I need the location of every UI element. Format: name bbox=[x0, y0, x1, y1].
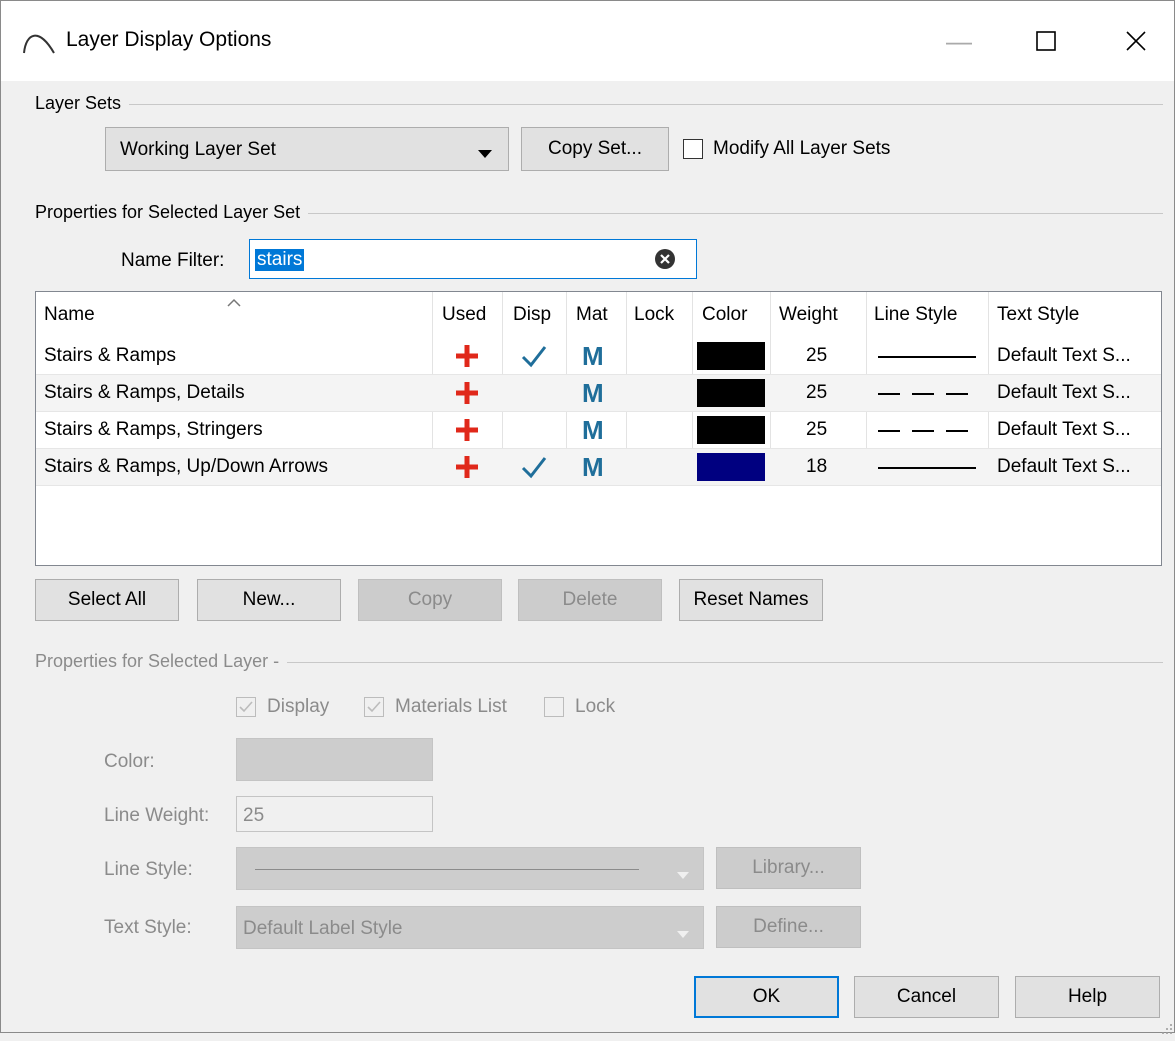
line-style-label: Line Style: bbox=[104, 859, 193, 880]
app-icon bbox=[21, 25, 59, 61]
modify-all-label: Modify All Layer Sets bbox=[713, 138, 891, 159]
line-weight-label: Line Weight: bbox=[104, 805, 210, 826]
define-button[interactable]: Define... bbox=[716, 906, 861, 948]
line-weight-input[interactable]: 25 bbox=[236, 796, 433, 832]
col-header-name[interactable]: Name bbox=[44, 304, 95, 326]
color-swatch[interactable] bbox=[697, 379, 765, 407]
layer-sets-label: Layer Sets bbox=[35, 93, 130, 114]
solid-line-icon bbox=[878, 356, 976, 358]
plus-icon[interactable] bbox=[455, 449, 479, 485]
plus-icon[interactable] bbox=[455, 412, 479, 448]
display-label: Display bbox=[267, 696, 330, 717]
row-text-style: Default Text S... bbox=[997, 345, 1131, 366]
color-swatch[interactable] bbox=[697, 453, 765, 481]
layer-table[interactable]: Name Used Disp Mat Lock Color Weight Lin… bbox=[35, 291, 1162, 566]
col-header-line-style[interactable]: Line Style bbox=[874, 304, 957, 326]
new-button[interactable]: New... bbox=[197, 579, 341, 621]
line-style-preview bbox=[255, 869, 639, 870]
layer-sets-divider bbox=[35, 104, 1163, 105]
chevron-down-icon bbox=[478, 144, 492, 166]
line-style-dropdown[interactable] bbox=[236, 847, 704, 890]
row-divider bbox=[36, 485, 1161, 486]
resize-grip-icon[interactable] bbox=[1161, 1019, 1173, 1041]
reset-names-button[interactable]: Reset Names bbox=[679, 579, 823, 621]
table-row[interactable]: Stairs & Ramps, Up/Down Arrows M 18 Defa… bbox=[36, 449, 1161, 485]
clear-icon[interactable] bbox=[654, 248, 676, 276]
layer-set-dropdown[interactable]: Working Layer Set bbox=[105, 127, 509, 171]
color-swatch[interactable] bbox=[697, 416, 765, 444]
modify-all-checkbox[interactable] bbox=[683, 139, 703, 159]
row-name: Stairs & Ramps, Details bbox=[44, 382, 245, 403]
lock-label: Lock bbox=[575, 696, 616, 717]
name-filter-value: stairs bbox=[255, 249, 305, 271]
color-label: Color: bbox=[104, 751, 155, 772]
help-button[interactable]: Help bbox=[1015, 976, 1160, 1018]
row-name: Stairs & Ramps bbox=[44, 345, 176, 366]
row-name: Stairs & Ramps, Up/Down Arrows bbox=[44, 456, 329, 477]
color-swatch[interactable] bbox=[697, 342, 765, 370]
display-checkbox[interactable] bbox=[236, 697, 256, 717]
chevron-down-icon bbox=[677, 865, 689, 887]
minimize-icon[interactable]: — bbox=[929, 15, 989, 67]
chevron-down-icon bbox=[677, 924, 689, 946]
col-header-used[interactable]: Used bbox=[442, 304, 486, 326]
table-row[interactable]: Stairs & Ramps M 25 Default Text S... bbox=[36, 338, 1161, 374]
col-header-lock[interactable]: Lock bbox=[634, 304, 674, 326]
materials-m-icon[interactable]: M bbox=[582, 412, 604, 448]
col-header-mat[interactable]: Mat bbox=[576, 304, 608, 326]
text-style-dropdown[interactable]: Default Label Style bbox=[236, 906, 704, 949]
col-header-text-style[interactable]: Text Style bbox=[997, 304, 1079, 326]
checkmark-icon[interactable] bbox=[521, 449, 547, 485]
props-layer-label: Properties for Selected Layer - bbox=[35, 651, 288, 672]
row-text-style: Default Text S... bbox=[997, 456, 1131, 477]
cancel-button[interactable]: Cancel bbox=[854, 976, 999, 1018]
row-weight: 25 bbox=[806, 382, 828, 403]
plus-icon[interactable] bbox=[455, 338, 479, 374]
row-text-style: Default Text S... bbox=[997, 382, 1131, 403]
checkmark-icon[interactable] bbox=[521, 338, 547, 374]
solid-line-icon bbox=[878, 467, 976, 469]
props-set-label: Properties for Selected Layer Set bbox=[35, 202, 309, 223]
plus-icon[interactable] bbox=[455, 375, 479, 411]
materials-list-checkbox[interactable] bbox=[364, 697, 384, 717]
table-row[interactable]: Stairs & Ramps, Details M 25 Default Tex… bbox=[36, 375, 1161, 411]
col-header-disp[interactable]: Disp bbox=[513, 304, 551, 326]
close-icon[interactable] bbox=[1106, 15, 1166, 67]
maximize-icon[interactable] bbox=[1016, 15, 1076, 67]
materials-m-icon[interactable]: M bbox=[582, 449, 604, 485]
table-row[interactable]: Stairs & Ramps, Stringers M 25 Default T… bbox=[36, 412, 1161, 448]
sort-ascending-icon bbox=[226, 292, 242, 314]
color-picker[interactable] bbox=[236, 738, 433, 781]
title-bar: Layer Display Options — bbox=[1, 1, 1174, 81]
layer-set-selected: Working Layer Set bbox=[120, 139, 276, 160]
select-all-button[interactable]: Select All bbox=[35, 579, 179, 621]
dashed-line-icon bbox=[878, 393, 976, 395]
materials-m-icon[interactable]: M bbox=[582, 338, 604, 374]
ok-button[interactable]: OK bbox=[694, 976, 839, 1018]
materials-m-icon[interactable]: M bbox=[582, 375, 604, 411]
dialog-window: Layer Display Options — Layer Sets Worki… bbox=[0, 0, 1175, 1034]
materials-list-label: Materials List bbox=[395, 696, 507, 717]
row-weight: 18 bbox=[806, 456, 828, 477]
name-filter-label: Name Filter: bbox=[121, 250, 225, 271]
line-weight-value: 25 bbox=[243, 805, 265, 826]
window-title: Layer Display Options bbox=[66, 28, 272, 51]
name-filter-input[interactable]: stairs bbox=[249, 239, 697, 279]
copy-button[interactable]: Copy bbox=[358, 579, 502, 621]
library-button[interactable]: Library... bbox=[716, 847, 861, 889]
row-text-style: Default Text S... bbox=[997, 419, 1131, 440]
row-name: Stairs & Ramps, Stringers bbox=[44, 419, 263, 440]
text-style-label: Text Style: bbox=[104, 917, 192, 938]
copy-set-button[interactable]: Copy Set... bbox=[521, 127, 669, 171]
col-header-color[interactable]: Color bbox=[702, 304, 747, 326]
row-weight: 25 bbox=[806, 345, 828, 366]
row-weight: 25 bbox=[806, 419, 828, 440]
delete-button[interactable]: Delete bbox=[518, 579, 662, 621]
lock-checkbox[interactable] bbox=[544, 697, 564, 717]
col-header-weight[interactable]: Weight bbox=[779, 304, 838, 326]
dashed-line-icon bbox=[878, 430, 976, 432]
text-style-value: Default Label Style bbox=[243, 918, 403, 939]
